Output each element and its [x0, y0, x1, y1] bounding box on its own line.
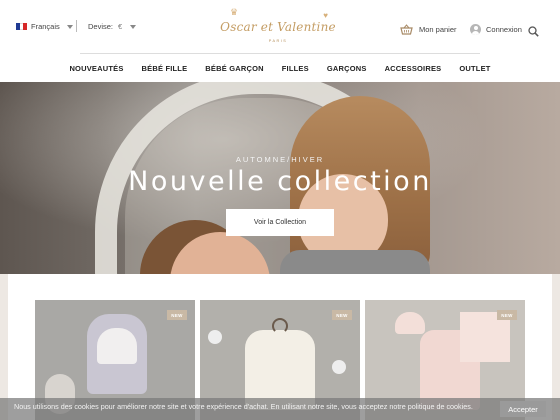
- hero-title: Nouvelle collection: [128, 166, 432, 197]
- nav-item-outlet[interactable]: OUTLET: [459, 64, 490, 73]
- nav-item-filles[interactable]: FILLES: [282, 64, 309, 73]
- logo-city-text: PARIS: [268, 39, 288, 43]
- product-image-cotton: [208, 330, 222, 344]
- brand-logo[interactable]: ♛ ♥ Oscar et Valentine PARIS: [218, 7, 338, 46]
- new-badge: NEW: [497, 310, 517, 320]
- hero-photo-sweater: [280, 250, 430, 274]
- cart-label: Mon panier: [419, 25, 457, 34]
- language-label: Français: [31, 22, 60, 31]
- language-selector[interactable]: Français: [16, 22, 73, 31]
- cart-link[interactable]: Mon panier: [400, 24, 457, 35]
- france-flag-icon: [16, 23, 28, 30]
- search-icon: [528, 26, 539, 37]
- user-icon: [470, 24, 481, 35]
- currency-selector[interactable]: Devise: €: [88, 22, 137, 31]
- heart-icon: ♥: [323, 11, 328, 20]
- login-link[interactable]: Connexion: [470, 24, 522, 35]
- product-image-cotton: [332, 360, 346, 374]
- nav-item-accessoires[interactable]: ACCESSOIRES: [385, 64, 442, 73]
- login-label: Connexion: [486, 25, 522, 34]
- view-collection-button[interactable]: Voir la Collection: [226, 209, 334, 236]
- hero-subtitle: AUTOMNE/HIVER: [235, 155, 325, 164]
- nav-item-nouveautes[interactable]: NOUVEAUTÉS: [69, 64, 123, 73]
- crown-icon: ♛: [230, 7, 239, 17]
- divider: [76, 20, 77, 32]
- shopping-basket-icon: [400, 24, 413, 35]
- currency-label: Devise:: [88, 22, 114, 31]
- cookie-banner: Nous utilisons des cookies pour améliore…: [0, 398, 560, 420]
- cookie-text: Nous utilisons des cookies pour améliore…: [14, 402, 473, 411]
- product-image-hat: [395, 312, 425, 334]
- chevron-down-icon: [66, 24, 73, 29]
- new-badge: NEW: [167, 310, 187, 320]
- hero-banner: AUTOMNE/HIVER Nouvelle collection Voir l…: [0, 82, 560, 274]
- currency-value: €: [118, 22, 123, 31]
- main-nav: NOUVEAUTÉS BÉBÉ FILLE BÉBÉ GARÇON FILLES…: [0, 54, 560, 82]
- logo-brand-text: Oscar et Valentine: [220, 20, 336, 34]
- nav-item-garcons[interactable]: GARÇONS: [327, 64, 367, 73]
- search-button[interactable]: [528, 24, 539, 42]
- chevron-down-icon: [130, 24, 137, 29]
- nav-item-bebe-fille[interactable]: BÉBÉ FILLE: [142, 64, 188, 73]
- new-badge: NEW: [332, 310, 352, 320]
- accept-cookies-button[interactable]: Accepter: [500, 401, 546, 417]
- page: Français Devise: € ♛ ♥ Oscar et Valentin…: [0, 0, 560, 420]
- product-image-hanger: [272, 318, 288, 334]
- nav-item-bebe-garcon[interactable]: BÉBÉ GARÇON: [205, 64, 263, 73]
- top-bar: Français Devise: € ♛ ♥ Oscar et Valentin…: [0, 0, 560, 54]
- product-image-detail: [97, 328, 137, 364]
